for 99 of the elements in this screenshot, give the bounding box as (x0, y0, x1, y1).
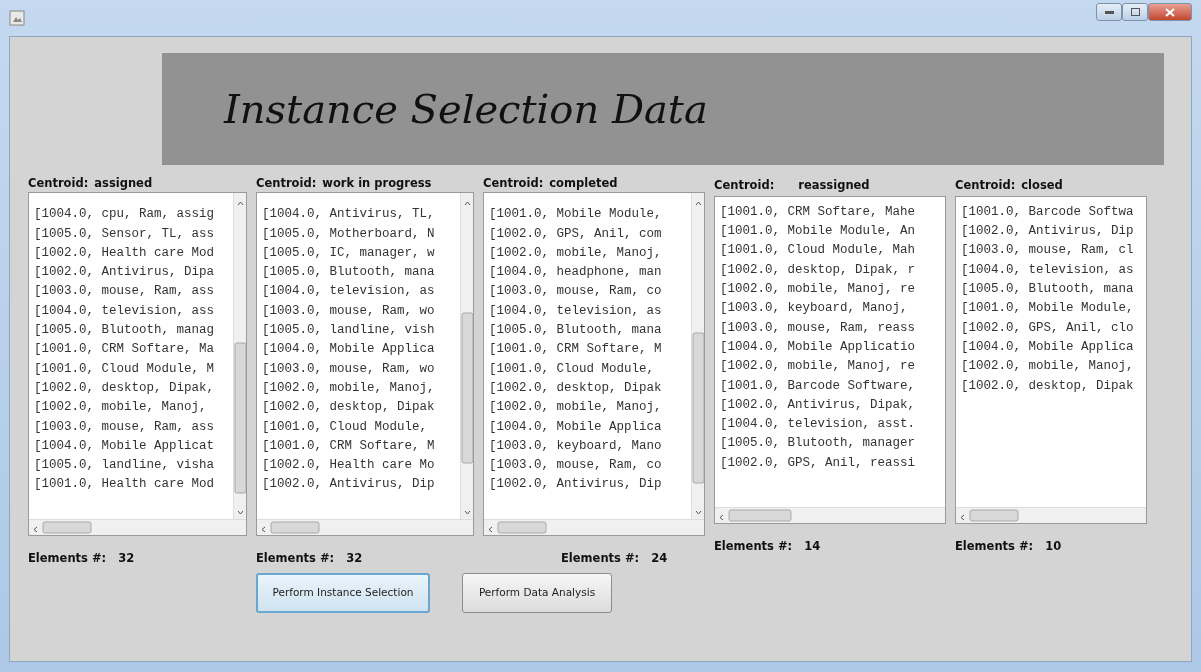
list-row[interactable]: [1001.0, Cloud Module, M (34, 359, 215, 379)
count-value: 10 (1045, 537, 1062, 555)
close-button[interactable] (1148, 3, 1192, 21)
list-row[interactable]: [1005.0, Blutooth, manager (720, 434, 916, 454)
list-row[interactable]: [1001.0, Cloud Module, Mah (720, 241, 916, 261)
centroid-name: closed (1021, 176, 1063, 194)
list-row[interactable]: [1003.0, mouse, Ram, reass (720, 318, 916, 338)
list-row[interactable]: [1005.0, IC, manager, w (262, 243, 435, 264)
list-row[interactable]: [1005.0, Motherboard, N (262, 224, 435, 244)
count-label: Elements #: (561, 550, 640, 568)
list-row[interactable]: [1004.0, Mobile Applica (489, 417, 662, 437)
list-row[interactable]: [1001.0, Barcode Software, (720, 376, 916, 396)
list-row[interactable]: [1002.0, GPS, Anil, clo (961, 318, 1134, 338)
list-row[interactable]: [1004.0, television, asst. (720, 415, 916, 435)
list-row[interactable]: [1002.0, Antivirus, Dip (961, 222, 1134, 242)
centroid-label: Centroid: (483, 175, 544, 192)
list-row[interactable]: [1002.0, mobile, Manoj, (34, 398, 207, 418)
count-label: Elements #: (955, 537, 1034, 555)
list-row[interactable]: [1004.0, television, as (489, 301, 662, 322)
list-row[interactable]: [1002.0, desktop, Dipak (262, 398, 435, 418)
close-icon (1165, 7, 1175, 17)
list-row[interactable]: [1001.0, Health care Mod (34, 475, 215, 495)
count-label: Elements #: (28, 550, 107, 568)
app-icon (9, 10, 25, 26)
list-row[interactable]: [1004.0, television, as (961, 260, 1134, 281)
minimize-icon (1104, 10, 1114, 14)
list-row[interactable]: [1003.0, mouse, Ram, ass (34, 417, 215, 437)
list-row[interactable]: [1004.0, television, as (262, 282, 435, 302)
count-label: Elements #: (256, 550, 335, 568)
list-row[interactable]: [1002.0, mobile, Manoj, (489, 398, 662, 418)
list-row[interactable]: [1004.0, Mobile Applica (961, 337, 1134, 358)
count-value: 14 (804, 537, 821, 555)
count-value: 32 (118, 550, 135, 568)
list-row[interactable]: [1001.0, Cloud Module, (489, 359, 655, 379)
list-row[interactable]: [1002.0, desktop, Dipak (961, 376, 1134, 396)
action-button[interactable]: Perform Instance Selection (256, 573, 430, 613)
list-row[interactable]: [1001.0, Barcode Softwa (961, 202, 1134, 223)
list-row[interactable]: [1003.0, mouse, Ram, wo (262, 359, 435, 379)
list-row[interactable]: [1002.0, mobile, Manoj, (489, 243, 662, 264)
centroid-label: Centroid: (714, 176, 775, 194)
maximize-button[interactable] (1122, 3, 1148, 21)
centroid-name: assigned (94, 175, 153, 192)
list-row[interactable]: [1001.0, CRM Softare, M (489, 340, 662, 360)
centroid-label: Centroid: (256, 175, 317, 192)
list-row[interactable]: [1002.0, Antivirus, Dip (489, 475, 662, 495)
list-row[interactable]: [1002.0, Health care Mo (262, 456, 435, 476)
centroid-name: reassigned (798, 176, 870, 194)
list-row[interactable]: [1002.0, Antivirus, Dipa (34, 263, 215, 283)
list-row[interactable]: [1002.0, desktop, Dipak (489, 378, 662, 399)
list-row[interactable]: [1004.0, Mobile Applicat (34, 436, 215, 457)
list-row[interactable]: [1005.0, Blutooth, mana (262, 263, 435, 283)
list-row[interactable]: [1002.0, GPS, Anil, reassi (720, 453, 916, 473)
list-row[interactable]: [1005.0, Blutooth, mana (489, 321, 662, 341)
list-row[interactable]: [1001.0, Cloud Module, (262, 417, 428, 437)
list-row[interactable]: [1003.0, keyboard, Manoj, (720, 299, 908, 319)
minimize-button[interactable] (1096, 3, 1122, 21)
centroid-label: Centroid: (955, 176, 1016, 194)
list-row[interactable]: [1003.0, mouse, Ram, wo (262, 301, 435, 322)
list-row[interactable]: [1001.0, CRM Softare, Ma (34, 340, 215, 360)
list-row[interactable]: [1002.0, Antivirus, Dip (262, 475, 435, 495)
count-value: 32 (346, 550, 363, 568)
list-row[interactable]: [1005.0, landline, vish (262, 321, 435, 341)
list-row[interactable]: [1005.0, Blutooth, mana (961, 280, 1134, 300)
list-row[interactable]: [1002.0, desktop, Dipak, (34, 378, 215, 399)
list-row[interactable]: [1001.0, CRM Softare, Mahe (720, 202, 916, 223)
list-row[interactable]: [1002.0, mobile, Manoj, (262, 378, 435, 399)
list-row[interactable]: [1003.0, keyboard, Mano (489, 436, 662, 457)
banner-title: Instance Selection Data (224, 85, 708, 134)
list-row[interactable]: [1001.0, Mobile Module, (489, 205, 662, 225)
list-row[interactable]: [1003.0, mouse, Ram, cl (961, 241, 1134, 261)
list-row[interactable]: [1003.0, mouse, Ram, co (489, 282, 662, 302)
list-row[interactable]: [1004.0, television, ass (34, 301, 215, 322)
list-row[interactable]: [1001.0, Mobile Module, An (720, 222, 916, 242)
count-value: 24 (651, 550, 668, 568)
list-row[interactable]: [1004.0, Mobile Applicatio (720, 337, 916, 358)
list-row[interactable]: [1004.0, Antivirus, TL, (262, 205, 435, 225)
list-row[interactable]: [1002.0, mobile, Manoj, (961, 357, 1134, 377)
list-row[interactable]: [1004.0, cpu, Ram, assig (34, 205, 215, 225)
list-row[interactable]: [1005.0, Blutooth, manag (34, 321, 215, 341)
list-row[interactable]: [1002.0, Antivirus, Dipak, (720, 395, 916, 416)
list-row[interactable]: [1002.0, GPS, Anil, com (489, 224, 662, 244)
list-row[interactable]: [1002.0, Health care Mod (34, 243, 215, 264)
maximize-icon (1130, 8, 1140, 16)
centroid-name: work in progress (322, 175, 432, 192)
list-row[interactable]: [1005.0, Sensor, TL, ass (34, 224, 215, 244)
list-row[interactable]: [1003.0, mouse, Ram, ass (34, 282, 215, 302)
list-row[interactable]: [1002.0, mobile, Manoj, re (720, 280, 916, 300)
list-row[interactable]: [1002.0, desktop, Dipak, r (720, 260, 916, 281)
list-row[interactable]: [1001.0, CRM Softare, M (262, 436, 435, 457)
centroid-label: Centroid: (28, 175, 89, 192)
list-row[interactable]: [1001.0, Mobile Module, (961, 299, 1134, 319)
action-button[interactable]: Perform Data Analysis (462, 573, 612, 613)
count-label: Elements #: (714, 537, 793, 555)
list-row[interactable]: [1005.0, landline, visha (34, 456, 215, 476)
list-row[interactable]: [1003.0, mouse, Ram, co (489, 456, 662, 476)
list-row[interactable]: [1004.0, Mobile Applica (262, 340, 435, 360)
centroid-name: completed (549, 175, 618, 192)
list-row[interactable]: [1002.0, mobile, Manoj, re (720, 357, 916, 377)
list-row[interactable]: [1004.0, headphone, man (489, 263, 662, 283)
